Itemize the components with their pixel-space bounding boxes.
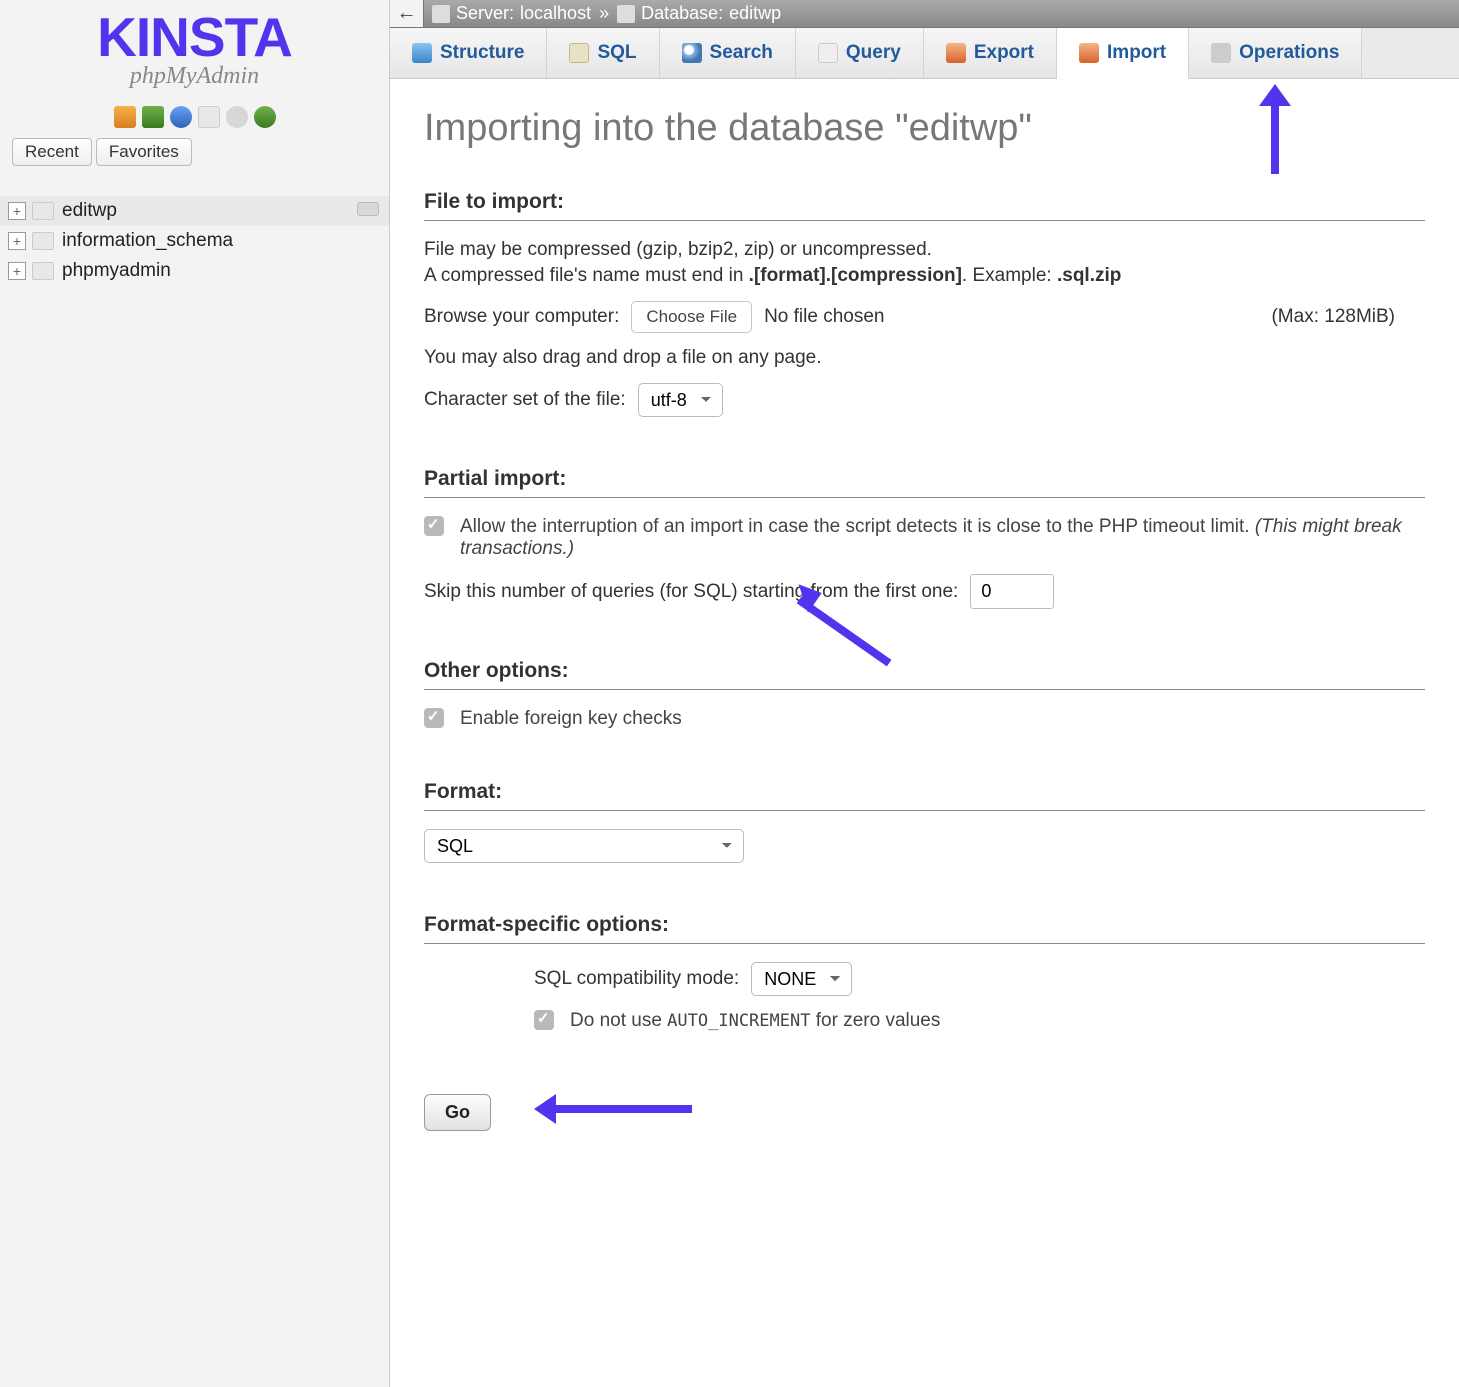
database-icon bbox=[32, 262, 54, 280]
breadcrumb-server[interactable]: Server: localhost bbox=[424, 3, 599, 24]
tab-search[interactable]: Search bbox=[660, 28, 796, 78]
docs-icon[interactable] bbox=[198, 106, 220, 128]
tab-structure[interactable]: Structure bbox=[390, 28, 547, 78]
breadcrumb-db-label: Database: bbox=[641, 3, 723, 24]
expand-icon[interactable]: + bbox=[8, 232, 26, 250]
main-tabs: Structure SQL Search Query Export Import… bbox=[390, 28, 1459, 79]
breadcrumb-separator: » bbox=[599, 3, 609, 24]
db-item-editwp[interactable]: + editwp bbox=[0, 196, 389, 226]
database-icon bbox=[617, 5, 635, 23]
section-file-to-import: File to import: bbox=[424, 190, 1425, 221]
settings-icon[interactable] bbox=[226, 106, 248, 128]
allow-interrupt-checkbox[interactable] bbox=[424, 516, 444, 536]
db-name: phpmyadmin bbox=[62, 260, 171, 282]
breadcrumb-server-value: localhost bbox=[520, 3, 591, 24]
sidebar-tab-recent[interactable]: Recent bbox=[12, 138, 92, 166]
tab-operations[interactable]: Operations bbox=[1189, 28, 1362, 78]
allow-interrupt-label: Allow the interruption of an import in c… bbox=[460, 516, 1425, 560]
operations-icon bbox=[1211, 43, 1231, 63]
charset-select[interactable]: utf-8 bbox=[638, 383, 723, 417]
back-arrow-icon[interactable]: ← bbox=[390, 0, 424, 27]
sidebar-tab-favorites[interactable]: Favorites bbox=[96, 138, 192, 166]
breadcrumb: ← Server: localhost » Database: editwp bbox=[390, 0, 1459, 28]
tab-sql[interactable]: SQL bbox=[547, 28, 659, 78]
main: ← Server: localhost » Database: editwp S… bbox=[390, 0, 1459, 1387]
sql-compat-label: SQL compatibility mode: bbox=[534, 968, 739, 990]
db-name: editwp bbox=[62, 200, 117, 222]
help-icon[interactable] bbox=[170, 106, 192, 128]
logout-icon[interactable] bbox=[142, 106, 164, 128]
sql-icon bbox=[569, 43, 589, 63]
structure-icon bbox=[412, 43, 432, 63]
charset-label: Character set of the file: bbox=[424, 389, 626, 411]
tab-export[interactable]: Export bbox=[924, 28, 1057, 78]
db-item-information-schema[interactable]: + information_schema bbox=[0, 226, 389, 256]
home-icon[interactable] bbox=[114, 106, 136, 128]
go-button[interactable]: Go bbox=[424, 1094, 491, 1131]
breadcrumb-db-value: editwp bbox=[729, 3, 781, 24]
tab-label: Query bbox=[846, 42, 901, 64]
tab-label: Operations bbox=[1239, 42, 1339, 64]
tab-query[interactable]: Query bbox=[796, 28, 924, 78]
import-icon bbox=[1079, 43, 1099, 63]
db-name: information_schema bbox=[62, 230, 233, 252]
tab-label: Structure bbox=[440, 42, 524, 64]
autoinc-checkbox[interactable] bbox=[534, 1010, 554, 1030]
search-icon bbox=[682, 43, 702, 63]
browse-label: Browse your computer: bbox=[424, 306, 619, 328]
server-icon bbox=[432, 5, 450, 23]
query-icon bbox=[818, 43, 838, 63]
breadcrumb-server-label: Server: bbox=[456, 3, 514, 24]
file-hint-2: A compressed file's name must end in .[f… bbox=[424, 265, 1425, 287]
section-format: Format: bbox=[424, 780, 1425, 811]
database-list: + editwp + information_schema + phpmyadm… bbox=[0, 196, 389, 286]
database-icon bbox=[32, 232, 54, 250]
section-format-specific: Format-specific options: bbox=[424, 913, 1425, 944]
section-partial-import: Partial import: bbox=[424, 467, 1425, 498]
sidebar: KINSTA phpMyAdmin Recent Favorites + edi… bbox=[0, 0, 390, 1387]
format-select[interactable]: SQL bbox=[424, 829, 744, 863]
section-other-options: Other options: bbox=[424, 659, 1425, 690]
skip-queries-label: Skip this number of queries (for SQL) st… bbox=[424, 581, 958, 603]
tab-import[interactable]: Import bbox=[1057, 28, 1189, 79]
foreign-key-label: Enable foreign key checks bbox=[460, 708, 1425, 730]
expand-icon[interactable]: + bbox=[8, 202, 26, 220]
db-item-phpmyadmin[interactable]: + phpmyadmin bbox=[0, 256, 389, 286]
export-icon bbox=[946, 43, 966, 63]
max-size-label: (Max: 128MiB) bbox=[1271, 306, 1425, 328]
annotation-arrow-go bbox=[534, 1094, 694, 1124]
drag-drop-hint: You may also drag and drop a file on any… bbox=[424, 347, 1425, 369]
file-hint-1: File may be compressed (gzip, bzip2, zip… bbox=[424, 239, 1425, 261]
sql-compat-select[interactable]: NONE bbox=[751, 962, 852, 996]
sidebar-icon-row bbox=[0, 96, 389, 138]
autoinc-label: Do not use AUTO_INCREMENT for zero value… bbox=[570, 1010, 1425, 1032]
reload-icon[interactable] bbox=[254, 106, 276, 128]
page-title: Importing into the database "editwp" bbox=[424, 107, 1425, 150]
skip-queries-input[interactable] bbox=[970, 574, 1054, 609]
content: Importing into the database "editwp" Fil… bbox=[390, 79, 1459, 1159]
logo: KINSTA phpMyAdmin bbox=[0, 0, 389, 96]
foreign-key-checkbox[interactable] bbox=[424, 708, 444, 728]
breadcrumb-database[interactable]: Database: editwp bbox=[609, 3, 789, 24]
database-icon bbox=[32, 202, 54, 220]
tab-label: Search bbox=[710, 42, 773, 64]
logo-text: KINSTA bbox=[0, 14, 389, 61]
logo-subtitle: phpMyAdmin bbox=[0, 63, 389, 90]
tab-label: SQL bbox=[597, 42, 636, 64]
tab-label: Export bbox=[974, 42, 1034, 64]
choose-file-button[interactable]: Choose File bbox=[631, 301, 752, 333]
expand-icon[interactable]: + bbox=[8, 262, 26, 280]
tab-label: Import bbox=[1107, 42, 1166, 64]
no-file-chosen: No file chosen bbox=[764, 306, 884, 328]
collapse-nav-icon[interactable] bbox=[357, 202, 379, 216]
